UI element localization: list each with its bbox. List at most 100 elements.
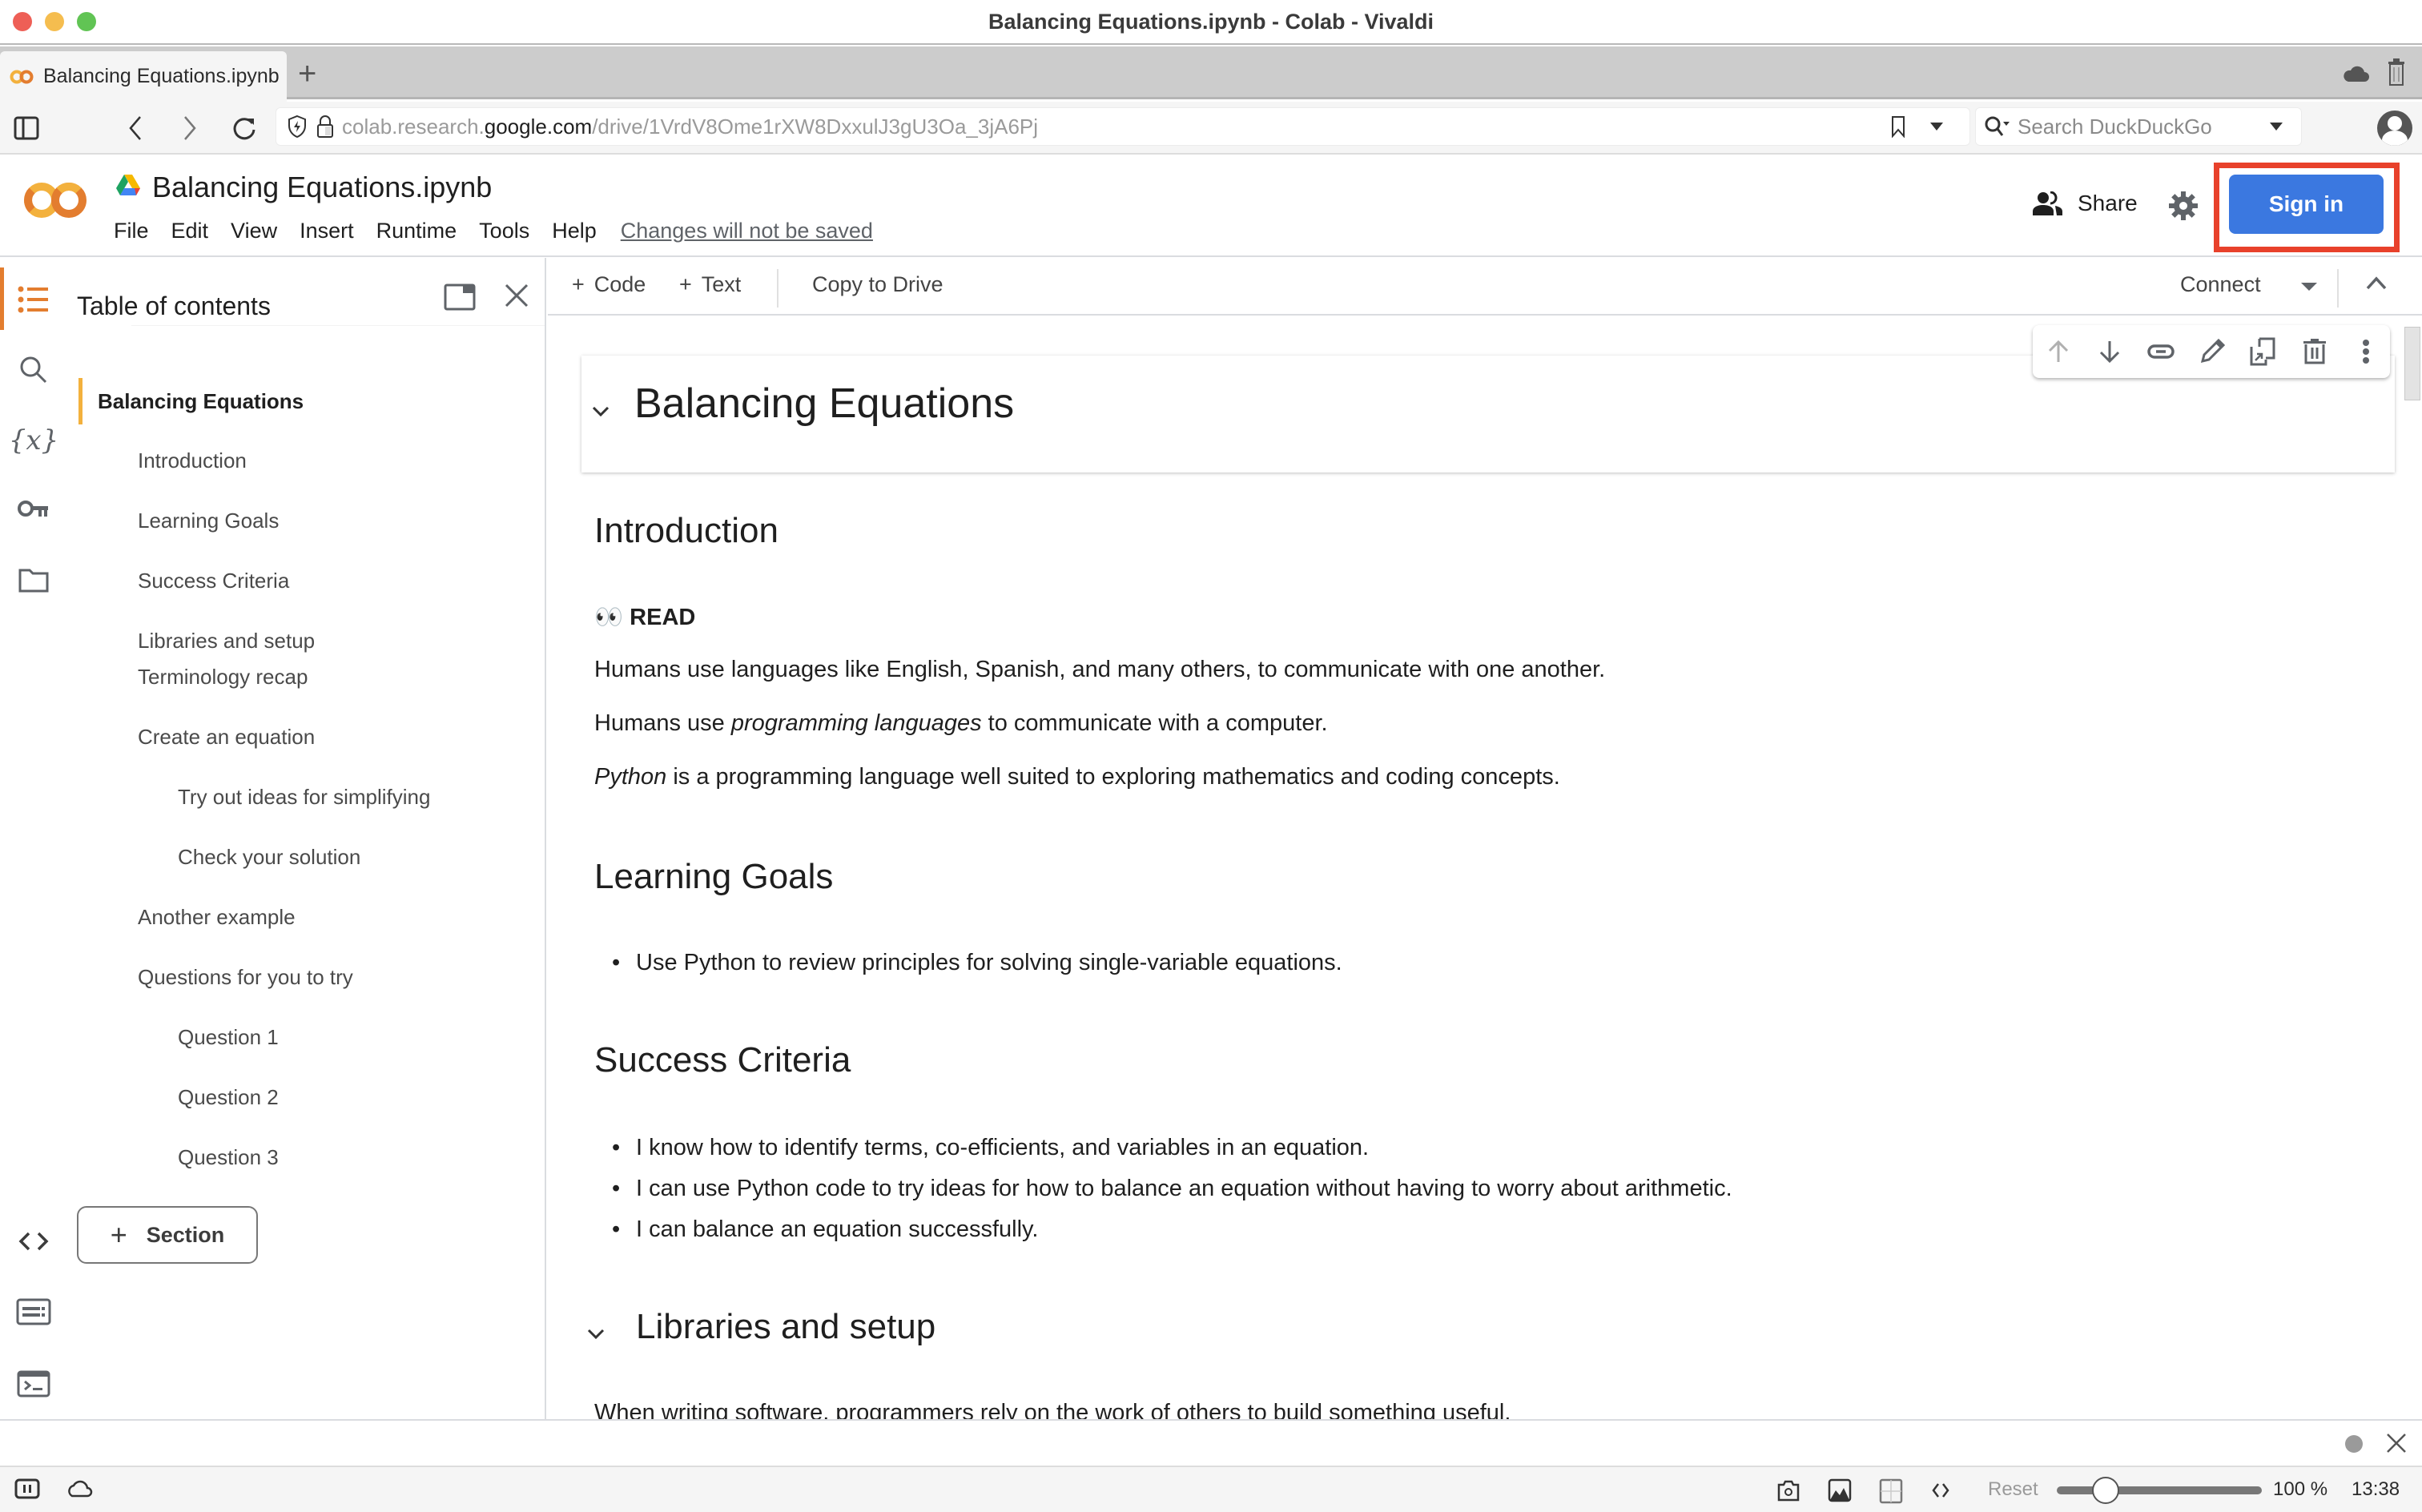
rail-variables[interactable]: {x} <box>9 421 58 460</box>
profile-avatar-icon[interactable] <box>2376 108 2414 148</box>
toc-item[interactable]: Question 1 <box>178 1025 279 1050</box>
toc-item[interactable]: Check your solution <box>178 845 360 870</box>
folder-icon <box>18 569 49 593</box>
toc-item[interactable]: Success Criteria <box>138 569 289 593</box>
intro-paragraph: Python is a programming language well su… <box>594 764 1560 790</box>
toc-item[interactable]: Learning Goals <box>138 509 279 533</box>
cloud-sync-icon[interactable] <box>66 1478 93 1498</box>
learning-goal-item: Use Python to review principles for solv… <box>612 950 1342 976</box>
menu-runtime[interactable]: Runtime <box>376 219 457 243</box>
menu-edit[interactable]: Edit <box>171 219 209 243</box>
page-tiling-icon[interactable] <box>1879 1478 1903 1504</box>
rail-files[interactable] <box>14 561 53 599</box>
scrollbar-thumb[interactable] <box>2404 327 2420 400</box>
add-section-label: Section <box>146 1222 225 1247</box>
collapse-section-icon[interactable] <box>586 1328 606 1341</box>
add-section-button[interactable]: + Section <box>77 1206 258 1264</box>
panel-toggle-icon[interactable] <box>14 1478 40 1499</box>
url-text[interactable]: colab.research.google.com/drive/1VrdV8Om… <box>342 115 1038 139</box>
zoom-reset-button[interactable]: Reset <box>1988 1478 2038 1501</box>
mirror-cell-button[interactable] <box>2249 337 2278 366</box>
collapse-section-icon[interactable] <box>591 405 610 418</box>
move-cell-up-button[interactable] <box>2044 337 2073 366</box>
lock-icon[interactable] <box>316 115 334 139</box>
zoom-level: 100 % <box>2273 1478 2328 1500</box>
link-icon <box>2147 344 2175 359</box>
more-actions-button[interactable] <box>2352 337 2380 366</box>
address-bar[interactable]: colab.research.google.com/drive/1VrdV8Om… <box>276 107 1970 146</box>
move-cell-down-button[interactable] <box>2095 337 2124 366</box>
add-text-cell-button[interactable]: + Text <box>679 272 741 297</box>
toc-item[interactable]: Introduction <box>138 448 247 473</box>
command-palette-icon <box>16 1298 51 1325</box>
toc-item[interactable]: Question 3 <box>178 1145 279 1170</box>
sync-cloud-icon[interactable] <box>2342 64 2369 83</box>
chevron-left-icon <box>129 116 141 140</box>
add-code-cell-button[interactable]: + Code <box>572 272 646 297</box>
rail-command-palette[interactable] <box>14 1293 53 1331</box>
delete-cell-button[interactable] <box>2300 337 2329 366</box>
image-toggle-icon[interactable] <box>1828 1478 1852 1502</box>
bookmark-icon[interactable] <box>1891 115 1905 138</box>
forward-button[interactable] <box>175 113 205 143</box>
toc-divider <box>131 325 545 326</box>
toc-item[interactable]: Another example <box>138 905 296 930</box>
popout-icon[interactable] <box>444 284 476 311</box>
bookmark-dropdown-icon[interactable] <box>1929 122 1944 131</box>
code-brackets-icon <box>18 1232 49 1251</box>
sign-in-button[interactable]: Sign in <box>2229 175 2384 234</box>
toc-item[interactable]: Terminology recap <box>138 665 308 690</box>
search-engine-field[interactable]: Search DuckDuckGo <box>1975 107 2302 146</box>
back-button[interactable] <box>120 113 151 143</box>
toc-item[interactable]: Balancing Equations <box>98 389 304 414</box>
connect-button[interactable]: Connect <box>2180 272 2261 297</box>
tab-label: Balancing Equations.ipynb <box>43 65 280 87</box>
shield-icon[interactable] <box>288 115 307 139</box>
rail-table-of-contents[interactable] <box>14 280 53 319</box>
rail-code-snippets[interactable] <box>14 1222 53 1261</box>
close-icon[interactable] <box>503 282 530 309</box>
toc-item[interactable]: Question 2 <box>178 1085 279 1110</box>
share-button[interactable]: Share <box>2033 191 2138 216</box>
edit-cell-button[interactable] <box>2198 337 2227 366</box>
google-drive-icon[interactable] <box>115 174 141 196</box>
toc-item[interactable]: Create an equation <box>138 725 315 750</box>
rail-search[interactable] <box>14 351 53 389</box>
notebook-scrollbar[interactable] <box>2404 319 2422 1419</box>
menu-view[interactable]: View <box>231 219 277 243</box>
new-tab-button[interactable]: + <box>298 58 316 90</box>
notebook-title[interactable]: Balancing Equations.ipynb <box>152 171 492 204</box>
copy-to-drive-button[interactable]: Copy to Drive <box>812 272 943 297</box>
notebook-content: Balancing Equations Introduction 👀 READ … <box>548 316 2403 1419</box>
collapse-header-icon[interactable] <box>2366 275 2387 290</box>
zoom-slider[interactable] <box>2057 1477 2262 1504</box>
colab-logo-icon[interactable] <box>22 179 90 222</box>
toc-item[interactable]: Try out ideas for simplifying <box>178 785 430 810</box>
rail-terminal[interactable] <box>14 1365 53 1403</box>
close-icon[interactable] <box>2385 1432 2408 1454</box>
connect-dropdown-icon[interactable] <box>2300 282 2318 292</box>
menu-insert[interactable]: Insert <box>300 219 354 243</box>
menu-tools[interactable]: Tools <box>479 219 529 243</box>
link-to-cell-button[interactable] <box>2146 337 2175 366</box>
page-actions-icon[interactable] <box>1932 1482 1949 1499</box>
menu-file[interactable]: File <box>114 219 149 243</box>
tab-bar: Balancing Equations.ipynb + <box>0 46 2422 102</box>
eyes-emoji-icon: 👀 <box>594 605 624 630</box>
menu-help[interactable]: Help <box>552 219 597 243</box>
screenshot-camera-icon[interactable] <box>1776 1478 1800 1502</box>
table-of-contents-panel: Table of contents Balancing Equations In… <box>67 258 546 1419</box>
zoom-slider-knob[interactable] <box>2092 1477 2120 1504</box>
trash-icon[interactable] <box>2387 58 2406 86</box>
unsaved-changes-link[interactable]: Changes will not be saved <box>621 219 873 243</box>
toc-item[interactable]: Libraries and setup <box>138 629 315 653</box>
reload-icon <box>233 118 255 140</box>
panel-toggle-button[interactable] <box>11 113 42 143</box>
search-dropdown-icon[interactable] <box>2269 122 2283 131</box>
settings-gear-icon[interactable] <box>2169 191 2198 220</box>
section-heading-success-criteria: Success Criteria <box>594 1040 851 1080</box>
browser-tab-active[interactable]: Balancing Equations.ipynb <box>0 51 287 102</box>
toc-item[interactable]: Questions for you to try <box>138 965 353 990</box>
reload-button[interactable] <box>229 113 260 143</box>
rail-secrets[interactable] <box>14 490 53 529</box>
